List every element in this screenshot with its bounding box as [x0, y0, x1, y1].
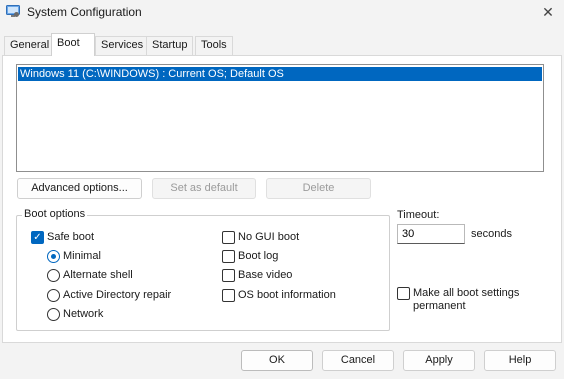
- minimal-radio[interactable]: [47, 250, 60, 263]
- safe-boot-label: Safe boot: [47, 231, 95, 243]
- help-button[interactable]: Help: [484, 350, 556, 371]
- timeout-label: Timeout:: [397, 209, 440, 221]
- system-configuration-icon: [6, 5, 20, 17]
- checkmark-icon: ✓: [33, 232, 42, 243]
- minimal-label: Minimal: [63, 250, 101, 262]
- close-button[interactable]: ✕: [532, 0, 564, 24]
- boot-entry-selected[interactable]: Windows 11 (C:\WINDOWS) : Current OS; De…: [18, 67, 542, 81]
- make-permanent-label-line1: Make all boot settings: [413, 287, 520, 299]
- alternate-shell-label: Alternate shell: [63, 269, 133, 281]
- network-radio[interactable]: [47, 308, 60, 321]
- timeout-input[interactable]: [397, 224, 465, 244]
- os-boot-information-label: OS boot information: [238, 289, 336, 301]
- network-label: Network: [63, 308, 104, 320]
- no-gui-boot-label: No GUI boot: [238, 231, 300, 243]
- set-as-default-button[interactable]: Set as default: [152, 178, 256, 199]
- active-directory-repair-label: Active Directory repair: [63, 289, 172, 301]
- close-icon: ✕: [542, 3, 554, 20]
- make-permanent-checkbox[interactable]: [397, 287, 410, 300]
- cancel-button[interactable]: Cancel: [322, 350, 394, 371]
- tab-general[interactable]: General: [4, 36, 56, 55]
- apply-button[interactable]: Apply: [403, 350, 475, 371]
- base-video-label: Base video: [238, 269, 293, 281]
- active-directory-repair-radio[interactable]: [47, 289, 60, 302]
- ok-button[interactable]: OK: [241, 350, 313, 371]
- no-gui-boot-checkbox[interactable]: [222, 231, 235, 244]
- tab-boot[interactable]: Boot: [51, 33, 95, 56]
- tab-services[interactable]: Services: [95, 36, 150, 55]
- delete-button[interactable]: Delete: [266, 178, 371, 199]
- base-video-checkbox[interactable]: [222, 269, 235, 282]
- advanced-options-button[interactable]: Advanced options...: [17, 178, 142, 199]
- tab-startup[interactable]: Startup: [146, 36, 194, 55]
- boot-options-legend: Boot options: [22, 208, 88, 220]
- boot-log-label: Boot log: [238, 250, 279, 262]
- safe-boot-checkbox[interactable]: ✓: [31, 231, 44, 244]
- window-title: System Configuration: [27, 5, 142, 19]
- os-boot-information-checkbox[interactable]: [222, 289, 235, 302]
- timeout-unit-label: seconds: [471, 228, 512, 240]
- make-permanent-label-line2: permanent: [413, 300, 466, 312]
- tab-tools[interactable]: Tools: [195, 36, 233, 55]
- boot-log-checkbox[interactable]: [222, 250, 235, 263]
- alternate-shell-radio[interactable]: [47, 269, 60, 282]
